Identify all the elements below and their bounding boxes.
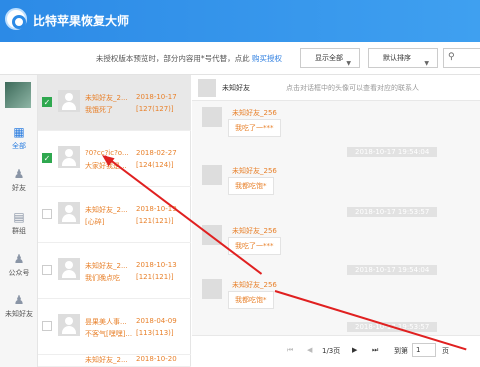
friends-icon: ♟ xyxy=(13,167,25,181)
sidebar-item-label: 全部 xyxy=(12,142,26,150)
checkbox-checked-icon[interactable]: ✓ xyxy=(42,153,52,163)
list-item[interactable]: ✓ 未知好友_2... 2018-10-17 我饿死了 [127(127)] xyxy=(38,75,191,131)
message-bubble: 我都吃饱* xyxy=(228,177,274,195)
chevron-down-icon: ▼ xyxy=(424,60,429,67)
contact-date: 2018-04-09 xyxy=(136,317,177,325)
sidebar-item-label: 未知好友 xyxy=(5,310,33,318)
message-bubble: 我吃了一*** xyxy=(228,119,281,137)
app-title: 比特苹果恢复大师 xyxy=(33,14,130,28)
contact-count: [121(121)] xyxy=(136,217,174,225)
contact-date: 2018-10-13 xyxy=(136,261,177,269)
message-timestamp: 2018-10-17 19:54:04 xyxy=(347,147,438,157)
chat-header: 未知好友 点击对话框中的头像可以查看对应的联系人 xyxy=(192,75,480,101)
sidebar-item-groups[interactable]: ▤ 群组 xyxy=(0,210,38,236)
sidebar-item-label: 好友 xyxy=(12,184,26,192)
list-item[interactable]: 未知好友_2... 2018-10-13 我们晚点吃 [121(121)] xyxy=(38,243,191,299)
message-bubble: 我都吃饱* xyxy=(228,291,274,309)
sender-avatar-icon[interactable] xyxy=(202,165,222,185)
contact-date: 2018-02-27 xyxy=(136,149,177,157)
sidebar-item-label: 公众号 xyxy=(8,269,30,277)
message-sender: 未知好友_256 xyxy=(232,281,277,289)
sort-dropdown[interactable]: 默认排序 ▼ xyxy=(368,48,438,68)
filter-label: 显示全部 xyxy=(315,54,343,62)
checkbox[interactable] xyxy=(42,209,52,219)
filter-dropdown[interactable]: 显示全部 ▼ xyxy=(300,48,360,68)
sender-avatar-icon[interactable] xyxy=(202,279,222,299)
sender-avatar-icon[interactable] xyxy=(202,107,222,127)
message-timestamp: 2018-10-17 19:54:04 xyxy=(347,265,438,275)
group-chat-icon: ▤ xyxy=(13,210,25,224)
next-page-icon[interactable]: ▶ xyxy=(352,346,357,354)
unknown-friend-icon: ♟ xyxy=(13,293,25,307)
avatar[interactable] xyxy=(5,82,31,108)
message-bubble: 我吃了一*** xyxy=(228,237,281,255)
list-item[interactable]: 昙果美人事... 2018-04-09 不客气[嘿嘿]... [113(113)… xyxy=(38,299,191,355)
contact-count: [121(121)] xyxy=(136,273,174,281)
contact-count: [127(127)] xyxy=(136,105,174,113)
page-unit-label: 页 xyxy=(442,347,449,355)
app-logo-icon xyxy=(5,8,27,30)
checkbox-checked-icon[interactable]: ✓ xyxy=(42,97,52,107)
contact-avatar-icon xyxy=(58,202,80,224)
prev-page-icon[interactable]: ◀ xyxy=(307,346,312,354)
sidebar-item-friends[interactable]: ♟ 好友 xyxy=(0,167,38,193)
app-header: 比特苹果恢复大师 xyxy=(0,0,480,42)
sidebar: ▦ 全部 ♟ 好友 ▤ 群组 ♟ 公众号 ♟ 未知好友 xyxy=(0,75,38,367)
page-number-input[interactable]: 1 xyxy=(412,343,436,357)
message-sender: 未知好友_256 xyxy=(232,167,277,175)
contact-count: [113(113)] xyxy=(136,329,174,337)
contact-preview: 我饿死了 xyxy=(85,106,113,114)
contact-date: 2018-10-20 xyxy=(136,355,177,363)
message-sender: 未知好友_256 xyxy=(232,227,277,235)
license-notice-text: 未授权版本预览时，部分内容用*号代替，点此 xyxy=(95,54,250,63)
goto-label: 到第 xyxy=(394,347,408,355)
chevron-down-icon: ▼ xyxy=(346,60,351,67)
contact-preview: 我们晚点吃 xyxy=(85,274,120,282)
sidebar-item-official-accounts[interactable]: ♟ 公众号 xyxy=(0,252,38,278)
message-sender: 未知好友_256 xyxy=(232,109,277,117)
last-page-icon[interactable]: ⏭ xyxy=(372,346,378,355)
contact-list: ✓ 未知好友_2... 2018-10-17 我饿死了 [127(127)] ✓… xyxy=(38,75,191,367)
sidebar-item-label: 群组 xyxy=(12,227,26,235)
sidebar-item-all[interactable]: ▦ 全部 xyxy=(0,125,38,151)
license-notice: 未授权版本预览时，部分内容用*号代替，点此 购买授权 xyxy=(0,44,300,74)
checkbox[interactable] xyxy=(42,265,52,275)
list-item[interactable]: 未知好友_2... 2018-10-19 [心碎] [121(121)] xyxy=(38,187,191,243)
sidebar-item-unknown-friends[interactable]: ♟ 未知好友 xyxy=(0,293,38,319)
first-page-icon[interactable]: ⏮ xyxy=(287,346,293,355)
contact-avatar-icon[interactable] xyxy=(198,79,216,97)
contact-count: [124(124)] xyxy=(136,161,174,169)
contact-name: 未知好友_2... xyxy=(85,206,128,214)
search-input[interactable]: ⚲ xyxy=(443,48,480,68)
contact-avatar-icon xyxy=(58,314,80,336)
contact-name: 未知好友_2... xyxy=(85,356,128,364)
list-item[interactable]: 未知好友_2... 2018-10-20 xyxy=(38,355,191,367)
contact-name: 昙果美人事... xyxy=(85,318,127,326)
contact-name: 未知好友_2... xyxy=(85,262,128,270)
chat-contact-name: 未知好友 xyxy=(222,84,250,92)
contact-avatar-icon xyxy=(58,146,80,168)
official-account-icon: ♟ xyxy=(13,252,25,266)
chat-panel: 未知好友 点击对话框中的头像可以查看对应的联系人 未知好友_256 我吃了一**… xyxy=(192,75,480,367)
contact-date: 2018-10-17 xyxy=(136,93,177,101)
contact-avatar-icon xyxy=(58,90,80,112)
list-item[interactable]: ✓ ?0?cc?ic?o... 2018-02-27 大家好我是... [124… xyxy=(38,131,191,187)
buy-license-link[interactable]: 购买授权 xyxy=(252,54,282,63)
sort-label: 默认排序 xyxy=(383,54,411,62)
contact-preview: 不客气[嘿嘿]... xyxy=(85,330,133,338)
search-icon: ⚲ xyxy=(448,52,455,62)
page-info: 1/3页 xyxy=(322,347,341,355)
contact-name: 未知好友_2... xyxy=(85,94,128,102)
grid-icon: ▦ xyxy=(13,125,25,139)
contact-avatar-icon xyxy=(58,258,80,280)
message-timestamp: 2018-10-17 19:53:57 xyxy=(347,207,438,217)
checkbox[interactable] xyxy=(42,321,52,331)
contact-preview: [心碎] xyxy=(85,218,105,226)
chat-hint: 点击对话框中的头像可以查看对应的联系人 xyxy=(286,84,419,92)
